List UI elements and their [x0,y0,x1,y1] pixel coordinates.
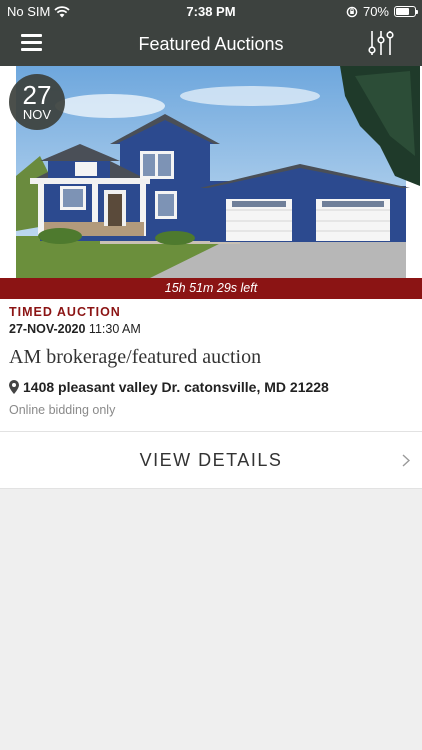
nav-bar: Featured Auctions [0,22,422,66]
status-bar: No SIM 7:38 PM 70% [0,0,422,22]
date-day: 27 [22,80,52,110]
countdown-banner: 15h 51m 29s left [0,278,422,299]
chevron-right-icon [402,454,410,467]
sliders-icon[interactable] [366,29,396,57]
bidding-note: Online bidding only [9,403,116,417]
auction-info: TIMED AUCTION 27-NOV-2020 11:30 AM AM br… [0,299,422,452]
battery-fill [396,8,409,15]
auction-datetime: 27-NOV-2020 11:30 AM [9,322,413,336]
auction-time: 11:30 AM [88,322,141,336]
rotation-lock-icon [346,6,358,17]
auction-date: 27-NOV-2020 [9,322,86,336]
date-badge: 27 NOV [9,74,65,130]
map-pin-icon [9,380,19,394]
address-row: 1408 pleasant valley Dr. catonsville, MD… [9,379,413,395]
address-text: 1408 pleasant valley Dr. catonsville, MD… [23,379,329,395]
property-photo[interactable]: 27 NOV [0,66,422,278]
view-details-label: VIEW DETAILS [139,450,283,470]
auction-card[interactable]: 27 NOV 15h 51m 29s left TIMED AUCTION 27… [0,66,422,452]
battery-icon [394,6,418,17]
page-title: Featured Auctions [138,34,284,54]
auction-title: AM brokerage/featured auction [9,346,262,368]
status-right: 70% [346,4,418,19]
auction-type-label: TIMED AUCTION [9,305,121,319]
battery-percent: 70% [362,4,389,19]
view-details-button[interactable]: VIEW DETAILS [0,431,422,489]
date-month: NOV [22,107,52,122]
